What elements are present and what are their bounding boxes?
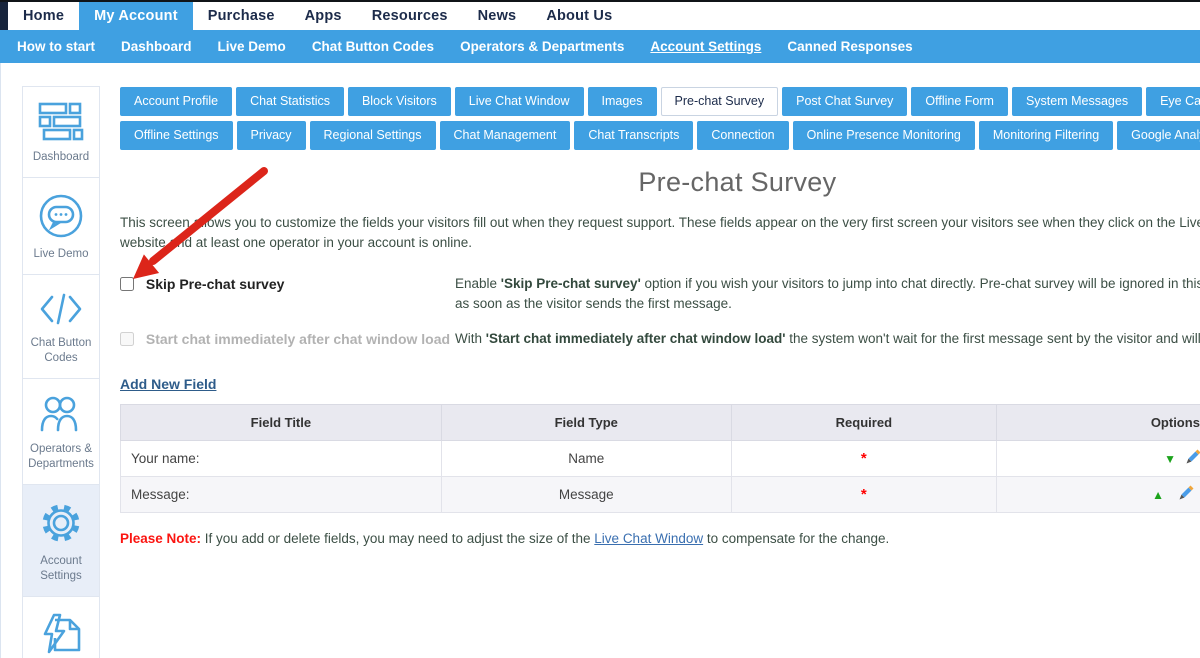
skip-prechat-option: Skip Pre-chat survey xyxy=(120,274,455,315)
required-asterisk: * xyxy=(861,450,867,467)
account-sub-navigation: How to start Dashboard Live Demo Chat Bu… xyxy=(0,30,1200,63)
nav-purchase[interactable]: Purchase xyxy=(193,2,290,30)
tab-post-chat-survey[interactable]: Post Chat Survey xyxy=(782,87,907,116)
tab-regional-settings[interactable]: Regional Settings xyxy=(310,121,436,150)
sidebar-item-dashboard[interactable]: Dashboard xyxy=(22,86,100,178)
table-row: Message: Message * ▲ xyxy=(121,477,1200,513)
table-header-row: Field Title Field Type Required Options xyxy=(121,405,1200,441)
nav-my-account[interactable]: My Account xyxy=(79,2,193,30)
please-note-label: Please Note: xyxy=(120,531,201,546)
subnav-canned-responses[interactable]: Canned Responses xyxy=(774,39,925,54)
tab-connection[interactable]: Connection xyxy=(697,121,788,150)
subnav-how-to-start[interactable]: How to start xyxy=(4,39,108,54)
settings-tabs-row-1: Account Profile Chat Statistics Block Vi… xyxy=(120,87,1200,116)
canned-responses-icon xyxy=(38,612,84,656)
operators-icon xyxy=(38,394,84,434)
gear-icon xyxy=(38,500,84,546)
page-description: This screen allows you to customize the … xyxy=(120,213,1200,254)
tab-account-profile[interactable]: Account Profile xyxy=(120,87,232,116)
tab-privacy[interactable]: Privacy xyxy=(237,121,306,150)
subnav-chat-button-codes[interactable]: Chat Button Codes xyxy=(299,39,447,54)
move-up-icon[interactable]: ▲ xyxy=(1152,489,1164,501)
required-asterisk: * xyxy=(861,486,867,503)
nav-news[interactable]: News xyxy=(463,2,532,30)
app-window: Home My Account Purchase Apps Resources … xyxy=(0,0,1200,658)
code-icon xyxy=(38,290,84,328)
window-edge-strip xyxy=(0,2,8,30)
main-content: Account Profile Chat Statistics Block Vi… xyxy=(100,63,1200,658)
sidebar-item-label: Operators & Departments xyxy=(25,442,97,472)
edit-icon[interactable] xyxy=(1178,485,1194,504)
start-chat-option: Start chat immediately after chat window… xyxy=(120,329,455,350)
skip-prechat-explanation: Enable 'Skip Pre-chat survey' option if … xyxy=(455,274,1200,315)
survey-options: Skip Pre-chat survey Enable 'Skip Pre-ch… xyxy=(120,274,1200,351)
tab-block-visitors[interactable]: Block Visitors xyxy=(348,87,451,116)
sidebar-item-label: Live Demo xyxy=(34,247,89,262)
field-type-cell: Name xyxy=(441,441,731,477)
sidebar-item-chat-button-codes[interactable]: Chat Button Codes xyxy=(22,274,100,379)
sidebar: Dashboard Live Demo xyxy=(22,87,100,658)
tab-eye-catcher[interactable]: Eye Catcher xyxy=(1146,87,1200,116)
skip-prechat-checkbox[interactable] xyxy=(120,277,134,291)
field-type-cell: Message xyxy=(441,477,731,513)
field-title-cell: Your name: xyxy=(121,441,442,477)
dashboard-icon xyxy=(38,102,84,142)
subnav-operators-departments[interactable]: Operators & Departments xyxy=(447,39,637,54)
start-chat-explanation: With 'Start chat immediately after chat … xyxy=(455,329,1200,350)
settings-tabs-row-2: Offline Settings Privacy Regional Settin… xyxy=(120,121,1200,150)
sidebar-item-canned-responses[interactable]: Canned Responses xyxy=(22,596,100,658)
subnav-account-settings[interactable]: Account Settings xyxy=(637,39,774,54)
page-title: Pre-chat Survey xyxy=(120,167,1200,198)
sidebar-item-operators-departments[interactable]: Operators & Departments xyxy=(22,378,100,485)
start-chat-label: Start chat immediately after chat window… xyxy=(120,331,450,347)
col-options: Options xyxy=(996,405,1200,441)
tab-chat-management[interactable]: Chat Management xyxy=(440,121,571,150)
tab-chat-transcripts[interactable]: Chat Transcripts xyxy=(574,121,693,150)
col-required: Required xyxy=(731,405,996,441)
sidebar-item-label: Chat Button Codes xyxy=(25,336,97,366)
subnav-live-demo[interactable]: Live Demo xyxy=(205,39,299,54)
col-field-title: Field Title xyxy=(121,405,442,441)
table-row: Your name: Name * ▼ xyxy=(121,441,1200,477)
subnav-dashboard[interactable]: Dashboard xyxy=(108,39,205,54)
col-field-type: Field Type xyxy=(441,405,731,441)
sidebar-item-account-settings[interactable]: Account Settings xyxy=(22,484,100,597)
top-navigation: Home My Account Purchase Apps Resources … xyxy=(0,2,1200,30)
tab-images[interactable]: Images xyxy=(588,87,657,116)
nav-home[interactable]: Home xyxy=(8,2,79,30)
field-title-cell: Message: xyxy=(121,477,442,513)
tab-offline-settings[interactable]: Offline Settings xyxy=(120,121,233,150)
tab-online-presence-monitoring[interactable]: Online Presence Monitoring xyxy=(793,121,975,150)
nav-about-us[interactable]: About Us xyxy=(531,2,627,30)
tab-system-messages[interactable]: System Messages xyxy=(1012,87,1142,116)
live-chat-window-link[interactable]: Live Chat Window xyxy=(594,531,703,546)
nav-apps[interactable]: Apps xyxy=(290,2,357,30)
tab-monitoring-filtering[interactable]: Monitoring Filtering xyxy=(979,121,1113,150)
tab-offline-form[interactable]: Offline Form xyxy=(911,87,1008,116)
tab-chat-statistics[interactable]: Chat Statistics xyxy=(236,87,344,116)
edit-icon[interactable] xyxy=(1185,449,1200,468)
please-note: Please Note: If you add or delete fields… xyxy=(120,531,1200,546)
sidebar-item-live-demo[interactable]: Live Demo xyxy=(22,177,100,275)
start-chat-checkbox xyxy=(120,332,134,346)
tab-live-chat-window[interactable]: Live Chat Window xyxy=(455,87,584,116)
sidebar-item-label: Account Settings xyxy=(25,554,97,584)
tab-google-analytics[interactable]: Google Analytics xyxy=(1117,121,1200,150)
skip-prechat-label[interactable]: Skip Pre-chat survey xyxy=(120,276,284,292)
sidebar-item-label: Dashboard xyxy=(33,150,89,165)
survey-fields-table: Field Title Field Type Required Options … xyxy=(120,404,1200,513)
tab-pre-chat-survey[interactable]: Pre-chat Survey xyxy=(661,87,779,116)
move-down-icon[interactable]: ▼ xyxy=(1164,453,1176,465)
nav-resources[interactable]: Resources xyxy=(357,2,463,30)
add-new-field-link[interactable]: Add New Field xyxy=(120,376,216,392)
live-demo-icon xyxy=(38,193,84,239)
